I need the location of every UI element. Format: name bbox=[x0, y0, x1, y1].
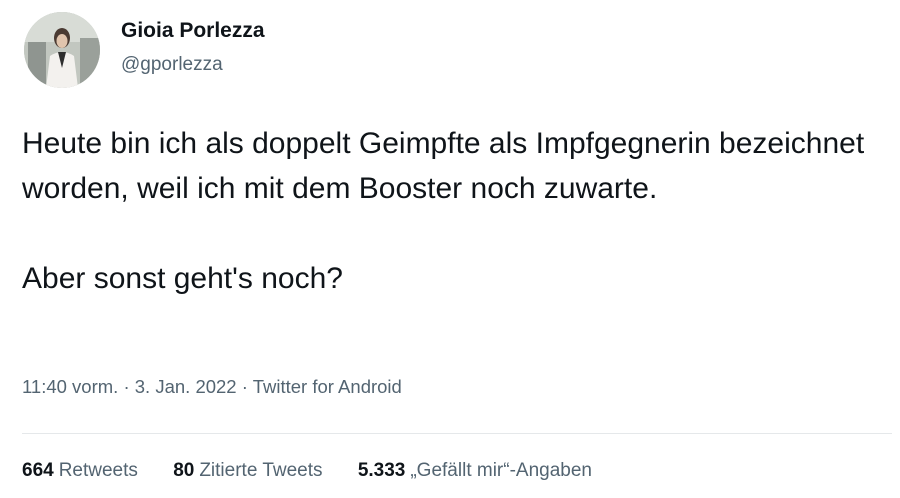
quote-tweets-count: 80 bbox=[173, 460, 195, 481]
likes-count: 5.333 bbox=[357, 460, 406, 481]
tweet-time[interactable]: 11:40 vorm. bbox=[22, 376, 118, 397]
likes-stat[interactable]: 5.333 „Gefällt mir“-Angaben bbox=[358, 460, 592, 482]
avatar-image bbox=[24, 12, 100, 88]
retweets-label: Retweets bbox=[58, 460, 138, 481]
tweet-source[interactable]: Twitter for Android bbox=[253, 376, 402, 397]
divider bbox=[22, 433, 892, 434]
meta-separator: · bbox=[241, 376, 248, 397]
tweet-text: Heute bin ich als doppelt Geimpfte als I… bbox=[22, 121, 892, 301]
tweet-stats: 664 Retweets 80 Zitierte Tweets 5.333 „Gefä… bbox=[22, 460, 622, 482]
retweets-count: 664 bbox=[22, 460, 54, 481]
likes-label: „Gefällt mir“-Angaben bbox=[410, 460, 592, 481]
avatar[interactable] bbox=[24, 12, 100, 88]
tweet-paragraph: Aber sonst geht's noch? bbox=[22, 262, 343, 295]
tweet-paragraph: Heute bin ich als doppelt Geimpfte als I… bbox=[22, 127, 865, 205]
retweets-stat[interactable]: 664 Retweets bbox=[22, 460, 138, 482]
tweet-meta: 11:40 vorm. · 3. Jan. 2022 · Twitter for… bbox=[22, 376, 402, 398]
quote-tweets-label: Zitierte Tweets bbox=[199, 460, 323, 481]
author-handle[interactable]: @gporlezza bbox=[121, 54, 223, 76]
quote-tweets-stat[interactable]: 80 Zitierte Tweets bbox=[173, 460, 322, 482]
meta-separator: · bbox=[123, 376, 130, 397]
tweet-date[interactable]: 3. Jan. 2022 bbox=[135, 376, 237, 397]
author-name[interactable]: Gioia Porlezza bbox=[121, 19, 265, 43]
